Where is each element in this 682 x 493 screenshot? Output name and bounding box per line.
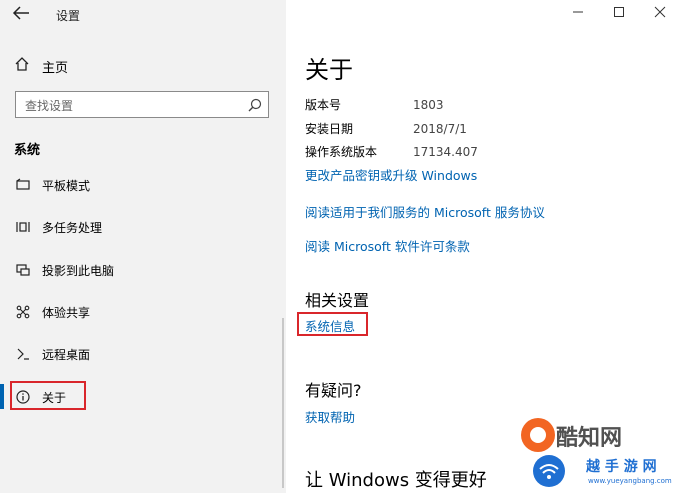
back-button[interactable] — [12, 6, 34, 24]
highlight-box — [10, 381, 86, 410]
sidebar-item-label: 体验共享 — [42, 305, 91, 320]
selected-indicator — [0, 384, 4, 409]
sidebar-item-label: 投影到此电脑 — [42, 263, 115, 278]
multitasking-icon — [14, 218, 32, 236]
sidebar-item-home[interactable]: 主页 — [14, 56, 68, 76]
sidebar-item-multitasking[interactable]: 多任务处理 — [14, 217, 102, 237]
sidebar-item-label: 平板模式 — [42, 178, 91, 193]
sidebar-scrollbar[interactable] — [282, 318, 284, 488]
spec-value: 17134.407 — [413, 145, 478, 159]
sidebar-item-shared-experiences[interactable]: 体验共享 — [14, 302, 90, 322]
window-title: 设置 — [56, 9, 81, 23]
sidebar-item-project[interactable]: 投影到此电脑 — [14, 260, 114, 280]
search-input[interactable]: 查找设置 — [15, 91, 269, 118]
spec-key: 操作系统版本 — [305, 145, 378, 159]
spec-value: 2018/7/1 — [413, 122, 467, 136]
shared-experiences-icon — [14, 303, 32, 321]
watermark-sub-text: 越 手 游 网 — [586, 459, 657, 475]
services-agreement-link[interactable]: 阅读适用于我们服务的 Microsoft 服务协议 — [305, 202, 545, 221]
search-icon[interactable] — [248, 97, 262, 112]
back-arrow-icon — [12, 6, 29, 20]
home-icon — [14, 56, 32, 76]
main-content: 关于 版本号 1803 安装日期 2018/7/1 操作系统版本 17134.407 … — [286, 0, 682, 493]
spec-row-install-date: 安装日期 2018/7/1 — [305, 120, 467, 137]
sidebar-item-label: 远程桌面 — [42, 347, 91, 362]
close-button[interactable] — [650, 6, 670, 22]
related-settings-title: 相关设置 — [305, 291, 370, 310]
spec-value: 1803 — [413, 98, 444, 112]
sidebar: 设置 主页 查找设置 系统 平板模式 多任务处理 投影到此电脑 体验共享 远程桌… — [0, 0, 286, 493]
spec-row-os-build: 操作系统版本 17134.407 — [305, 143, 478, 160]
remote-desktop-icon — [14, 345, 32, 363]
feedback-title: 让 Windows 变得更好 — [305, 470, 487, 491]
questions-title: 有疑问? — [305, 381, 362, 400]
highlight-box — [297, 312, 368, 336]
page-title: 关于 — [305, 56, 353, 84]
maximize-button[interactable] — [609, 6, 629, 22]
watermark-url: www.yueyangbang.com — [588, 477, 672, 485]
section-title: 系统 — [14, 143, 41, 158]
license-terms-link[interactable]: 阅读 Microsoft 软件许可条款 — [305, 236, 470, 255]
spec-row-version: 版本号 1803 — [305, 96, 444, 113]
spec-key: 版本号 — [305, 98, 342, 112]
spec-key: 安装日期 — [305, 122, 354, 136]
tablet-mode-icon — [14, 176, 32, 194]
sidebar-item-tablet-mode[interactable]: 平板模式 — [14, 175, 90, 195]
search-placeholder: 查找设置 — [25, 99, 74, 113]
sidebar-item-label: 主页 — [42, 60, 69, 76]
get-help-link[interactable]: 获取帮助 — [305, 407, 355, 426]
maximize-icon — [614, 7, 624, 17]
minimize-button[interactable] — [568, 6, 588, 22]
sidebar-item-remote-desktop[interactable]: 远程桌面 — [14, 344, 90, 364]
project-icon — [14, 261, 32, 279]
sidebar-item-label: 多任务处理 — [42, 220, 103, 235]
watermark-logo-text: 酷知网 — [556, 426, 623, 451]
change-product-key-link[interactable]: 更改产品密钥或升级 Windows — [305, 165, 477, 184]
minimize-icon — [573, 11, 583, 13]
close-icon — [654, 6, 666, 18]
watermark-logo-icon — [521, 418, 555, 452]
